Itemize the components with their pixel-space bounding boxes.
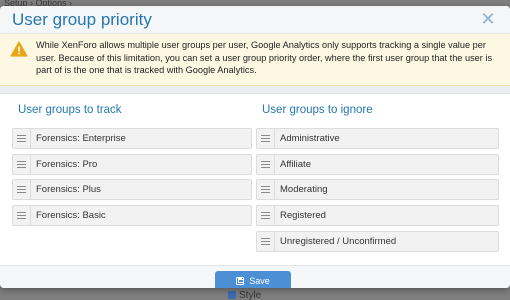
track-item[interactable]: Forensics: Enterprise [12, 128, 252, 149]
save-button-label: Save [249, 275, 270, 286]
divider [0, 86, 510, 94]
dialog-footer: Save [0, 265, 510, 288]
group-columns: User groups to track Forensics: Enterpri… [0, 94, 510, 254]
warning-icon [10, 41, 28, 57]
dialog-title: User group priority [12, 10, 152, 29]
drag-handle-icon[interactable] [13, 129, 31, 148]
background-style-link: Style [228, 290, 261, 300]
drag-handle-icon[interactable] [13, 206, 31, 226]
drag-handle-icon[interactable] [257, 180, 275, 200]
track-item[interactable]: Forensics: Plus [12, 179, 252, 201]
ignore-item-label: Registered [280, 210, 326, 222]
drag-handle-icon[interactable] [13, 180, 31, 200]
dialog-header: User group priority ✕ [0, 6, 510, 34]
ignore-item-label: Affiliate [280, 158, 311, 170]
track-item[interactable]: Forensics: Basic [12, 205, 252, 227]
close-icon[interactable]: ✕ [480, 10, 496, 28]
track-item-label: Forensics: Basic [36, 210, 106, 222]
track-heading: User groups to track [18, 104, 122, 116]
save-icon [236, 276, 245, 285]
ignore-list: Administrative Affiliate Moderating Regi… [256, 128, 499, 252]
ignore-item-label: Unregistered / Unconfirmed [280, 235, 397, 247]
user-group-priority-dialog: User group priority ✕ While XenForo allo… [0, 6, 510, 288]
drag-handle-icon[interactable] [257, 231, 275, 251]
ignore-item[interactable]: Moderating [256, 179, 499, 201]
ignore-item[interactable]: Affiliate [256, 153, 499, 175]
drag-handle-icon[interactable] [257, 206, 275, 226]
track-item-label: Forensics: Pro [36, 158, 98, 170]
drag-handle-icon[interactable] [13, 154, 31, 174]
drag-handle-icon[interactable] [257, 154, 275, 174]
notice-text: While XenForo allows multiple user group… [36, 40, 493, 76]
track-item-label: Forensics: Plus [36, 184, 101, 196]
track-column: User groups to track Forensics: Enterpri… [12, 100, 252, 231]
ignore-item-label: Administrative [280, 133, 340, 144]
track-item-label: Forensics: Enterprise [36, 133, 126, 144]
track-item[interactable]: Forensics: Pro [12, 153, 252, 175]
ignore-item[interactable]: Unregistered / Unconfirmed [256, 230, 499, 252]
ignore-item[interactable]: Administrative [256, 128, 499, 149]
ignore-column: User groups to ignore Administrative Aff… [256, 100, 499, 256]
style-icon [228, 291, 236, 299]
track-list: Forensics: Enterprise Forensics: Pro For… [12, 128, 252, 227]
drag-handle-icon[interactable] [257, 129, 275, 148]
save-button[interactable]: Save [215, 271, 291, 288]
ignore-item-label: Moderating [280, 184, 328, 196]
warning-notice: While XenForo allows multiple user group… [0, 34, 510, 86]
background-style-label: Style [239, 290, 262, 300]
ignore-heading: User groups to ignore [262, 104, 373, 116]
ignore-item[interactable]: Registered [256, 205, 499, 227]
